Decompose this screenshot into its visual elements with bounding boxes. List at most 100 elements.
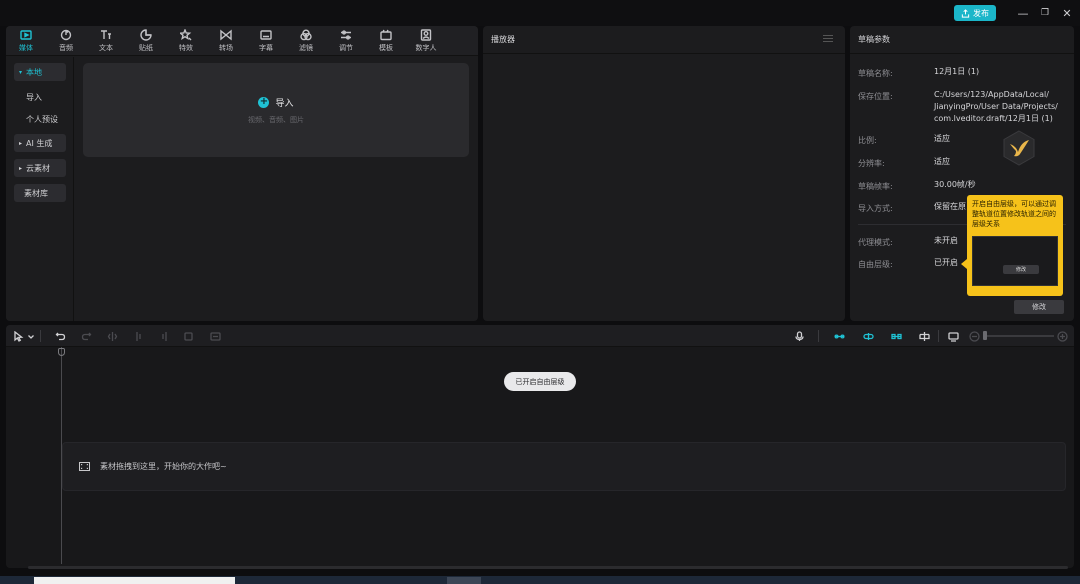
taskbar-app-button[interactable] xyxy=(447,577,481,584)
player-title: 播放器 xyxy=(491,35,515,44)
auto-snap-button[interactable] xyxy=(861,329,875,343)
ratio-value: 适应 xyxy=(934,134,950,143)
caption-icon xyxy=(260,30,272,40)
chevron-down-icon xyxy=(28,334,34,339)
sticker-icon xyxy=(140,29,152,41)
proxy-mode-value: 未开启 xyxy=(934,236,958,245)
split-left-button[interactable] xyxy=(131,329,145,343)
sidebar-item-ai-generate[interactable]: ▸ AI 生成 xyxy=(14,134,66,152)
timeline-panel: 已开启自由层级 素材拖拽到这里，开始你的大作吧~ xyxy=(6,325,1074,568)
tab-adjust[interactable]: 调节 xyxy=(329,28,363,54)
freeze-frame-icon xyxy=(209,331,221,341)
sidebar-item-label: 云素材 xyxy=(26,163,51,173)
free-layer-value: 已开启 xyxy=(934,258,958,267)
tab-effects[interactable]: 特效 xyxy=(169,28,203,54)
sidebar-item-library[interactable]: 素材库 xyxy=(14,184,66,202)
field-label: 自由层级: xyxy=(858,260,893,269)
audio-icon xyxy=(60,29,72,41)
fit-timeline-button[interactable] xyxy=(946,329,960,343)
tab-label: 字幕 xyxy=(259,44,273,52)
playhead-handle[interactable] xyxy=(58,348,65,356)
fit-screen-icon xyxy=(947,331,959,342)
main-track-magnet-button[interactable] xyxy=(832,329,846,343)
redo-button[interactable] xyxy=(79,329,93,343)
sidebar-item-label: 素材库 xyxy=(24,188,48,198)
select-tool-button[interactable] xyxy=(11,329,25,343)
microphone-icon xyxy=(794,330,804,341)
tab-media[interactable]: 媒体 xyxy=(9,28,43,54)
player-header: 播放器 xyxy=(483,26,845,54)
media-icon xyxy=(20,30,32,40)
freeze-button[interactable] xyxy=(208,329,222,343)
timeline-drop-zone[interactable]: 素材拖拽到这里，开始你的大作吧~ xyxy=(62,442,1066,491)
tab-digital-human[interactable]: 数字人 xyxy=(409,28,443,54)
free-layer-tooltip: 开启自由层级，可以通过调整轨道位置修改轨道之间的层级关系 修改 xyxy=(967,195,1063,296)
free-layer-toggle[interactable]: 已开启自由层级 xyxy=(504,372,576,391)
field-label: 代理模式: xyxy=(858,238,893,247)
close-icon: ✕ xyxy=(1062,6,1072,20)
tab-label: 滤镜 xyxy=(299,44,313,52)
path-line: com.lveditor.draft/12月1日 (1) xyxy=(934,114,1053,123)
tab-caption[interactable]: 字幕 xyxy=(249,28,283,54)
publish-label: 发布 xyxy=(973,8,989,18)
framerate-value: 30.00帧/秒 xyxy=(934,180,976,189)
tab-transition[interactable]: 转场 xyxy=(209,28,243,54)
draft-name-value: 12月1日 (1) xyxy=(934,67,980,76)
taskbar-search-box[interactable] xyxy=(34,577,235,584)
tab-label: 模板 xyxy=(379,44,393,52)
preview-axis-button[interactable] xyxy=(917,329,931,343)
field-label: 保存位置: xyxy=(858,92,893,101)
player-panel: 播放器 xyxy=(483,26,845,321)
export-icon xyxy=(961,8,970,18)
publish-button[interactable]: 发布 xyxy=(954,5,996,21)
zoom-slider-handle[interactable] xyxy=(983,331,987,340)
close-button[interactable]: ✕ xyxy=(1059,5,1075,21)
zoom-in-button[interactable] xyxy=(1055,329,1069,343)
menu-icon[interactable] xyxy=(823,35,833,43)
restore-icon: ❐ xyxy=(1040,8,1050,18)
select-tool-dropdown[interactable] xyxy=(27,329,35,343)
tab-audio[interactable]: 音频 xyxy=(49,28,83,54)
timeline-scrollbar[interactable] xyxy=(28,566,1068,569)
import-drop-area[interactable]: + 导入 视频、音频、图片 xyxy=(83,63,469,157)
linkage-button[interactable] xyxy=(889,329,903,343)
tab-label: 调节 xyxy=(339,44,353,52)
zoom-out-button[interactable] xyxy=(967,329,981,343)
timeline-toolbar xyxy=(6,325,1074,347)
zoom-slider-track[interactable] xyxy=(986,335,1054,337)
undo-button[interactable] xyxy=(53,329,67,343)
sidebar-item-local[interactable]: ▾ 本地 xyxy=(14,63,66,81)
tab-sticker[interactable]: 贴纸 xyxy=(129,28,163,54)
transition-icon xyxy=(220,29,232,41)
path-line: JianyingPro/User Data/Projects/ xyxy=(934,102,1058,111)
filter-icon xyxy=(300,29,312,41)
adjust-icon xyxy=(341,30,351,40)
tab-label: 媒体 xyxy=(19,44,33,52)
split-button[interactable] xyxy=(105,329,119,343)
modify-button[interactable]: 修改 xyxy=(1014,300,1064,314)
split-right-button[interactable] xyxy=(157,329,171,343)
record-audio-button[interactable] xyxy=(792,329,806,343)
asset-toolbar: 媒体 音频 文本 贴纸 特效 转场 字幕 滤镜 调节 模板 数字人 xyxy=(6,26,478,56)
link-track-icon xyxy=(833,333,845,339)
track-header-column xyxy=(6,347,62,568)
sidebar-item-import[interactable]: 导入 xyxy=(14,88,66,106)
tab-label: 转场 xyxy=(219,44,233,52)
linkage-icon xyxy=(890,333,902,339)
minimize-icon: — xyxy=(1017,6,1029,20)
tab-text[interactable]: 文本 xyxy=(89,28,123,54)
field-label: 比例: xyxy=(858,136,877,145)
minimize-button[interactable]: — xyxy=(1015,5,1031,21)
import-mode-value: 保留在原 xyxy=(934,202,966,211)
caret-right-icon: ▸ xyxy=(19,139,23,147)
path-line: C:/Users/123/AppData/Local/ xyxy=(934,90,1049,99)
tooltip-preview: 修改 xyxy=(972,236,1058,286)
title-bar: 发布 — ❐ ✕ xyxy=(0,0,1080,26)
tab-filter[interactable]: 滤镜 xyxy=(289,28,323,54)
sidebar-item-cloud[interactable]: ▸ 云素材 xyxy=(14,159,66,177)
maximize-button[interactable]: ❐ xyxy=(1037,5,1053,21)
tab-template[interactable]: 模板 xyxy=(369,28,403,54)
field-label: 分辨率: xyxy=(858,159,885,168)
sidebar-item-presets[interactable]: 个人预设 xyxy=(14,110,66,128)
delete-button[interactable] xyxy=(181,329,195,343)
